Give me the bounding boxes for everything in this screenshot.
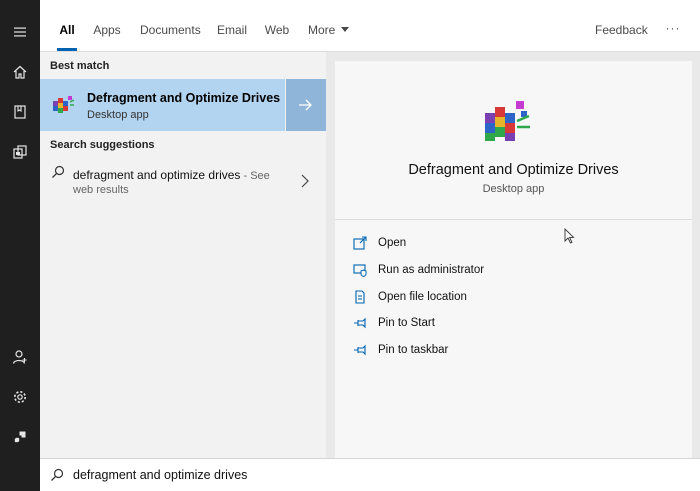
chevron-right-icon xyxy=(301,174,309,188)
best-match-header: Best match xyxy=(50,60,110,72)
suggestion-see-label: - See xyxy=(240,170,270,182)
action-pin-to-taskbar[interactable]: Pin to taskbar xyxy=(353,341,673,361)
arrow-right-icon xyxy=(299,99,312,111)
search-suggestions-header: Search suggestions xyxy=(50,139,155,151)
tab-more[interactable]: More xyxy=(308,0,352,51)
chevron-down-icon xyxy=(341,27,350,32)
tab-web[interactable]: Web xyxy=(264,0,290,51)
action-pin-to-start-label: Pin to Start xyxy=(378,317,435,329)
search-icon xyxy=(52,165,65,178)
file-location-icon xyxy=(355,290,365,304)
documents-icon[interactable] xyxy=(0,92,40,132)
action-pin-to-start[interactable]: Pin to Start xyxy=(353,314,673,334)
left-rail xyxy=(0,0,40,491)
action-run-as-admin[interactable]: Run as administrator xyxy=(353,261,673,281)
results-pane: Best match Defragment and Optimize Drive… xyxy=(40,52,326,458)
best-match-subtitle: Desktop app xyxy=(87,109,149,121)
mouse-cursor-icon xyxy=(564,228,575,244)
tab-more-label: More xyxy=(308,23,336,37)
web-suggestion-item[interactable]: defragment and optimize drives - See web… xyxy=(40,162,326,202)
suggestion-query: defragment and optimize drives xyxy=(73,168,241,182)
shield-admin-icon xyxy=(353,264,367,277)
suggestion-text: defragment and optimize drives - See xyxy=(73,168,270,182)
details-header: Defragment and Optimize Drives Desktop a… xyxy=(335,61,692,220)
details-pane: Defragment and Optimize Drives Desktop a… xyxy=(335,61,692,458)
suggestion-web-results: web results xyxy=(73,184,129,196)
action-open-label: Open xyxy=(378,237,407,249)
details-title: Defragment and Optimize Drives xyxy=(408,162,619,178)
open-icon xyxy=(353,236,367,250)
tab-email[interactable]: Email xyxy=(217,0,247,51)
defrag-app-icon xyxy=(53,96,75,113)
scope-tab-bar: All Apps Documents Email Web More Feedba… xyxy=(40,0,700,52)
account-icon[interactable] xyxy=(0,337,40,377)
pin-icon xyxy=(354,344,366,356)
best-match-item[interactable]: Defragment and Optimize Drives Desktop a… xyxy=(40,79,285,131)
settings-icon[interactable] xyxy=(0,377,40,417)
action-open-file-location-label: Open file location xyxy=(378,291,467,303)
action-pin-to-taskbar-label: Pin to taskbar xyxy=(378,344,449,356)
pin-icon xyxy=(354,317,366,329)
tab-all[interactable]: All xyxy=(57,0,77,51)
tab-documents[interactable]: Documents xyxy=(140,0,201,51)
search-input[interactable] xyxy=(73,466,673,484)
tab-apps[interactable]: Apps xyxy=(93,0,121,51)
action-open-file-location[interactable]: Open file location xyxy=(353,288,673,308)
feedback-button[interactable]: Feedback xyxy=(595,0,648,51)
defrag-app-icon-large xyxy=(485,101,530,141)
action-open[interactable]: Open xyxy=(353,234,673,254)
action-run-as-admin-label: Run as administrator xyxy=(378,264,485,276)
collections-icon[interactable] xyxy=(0,132,40,172)
search-box[interactable] xyxy=(40,458,700,491)
details-subtitle: Desktop app xyxy=(482,183,545,195)
more-options-button[interactable]: ··· xyxy=(662,0,684,51)
power-icon[interactable] xyxy=(0,417,40,457)
search-icon xyxy=(51,468,64,481)
best-match-title: Defragment and Optimize Drives xyxy=(87,91,281,105)
home-icon[interactable] xyxy=(0,52,40,92)
open-details-button[interactable] xyxy=(286,79,326,131)
menu-icon[interactable] xyxy=(0,12,40,52)
